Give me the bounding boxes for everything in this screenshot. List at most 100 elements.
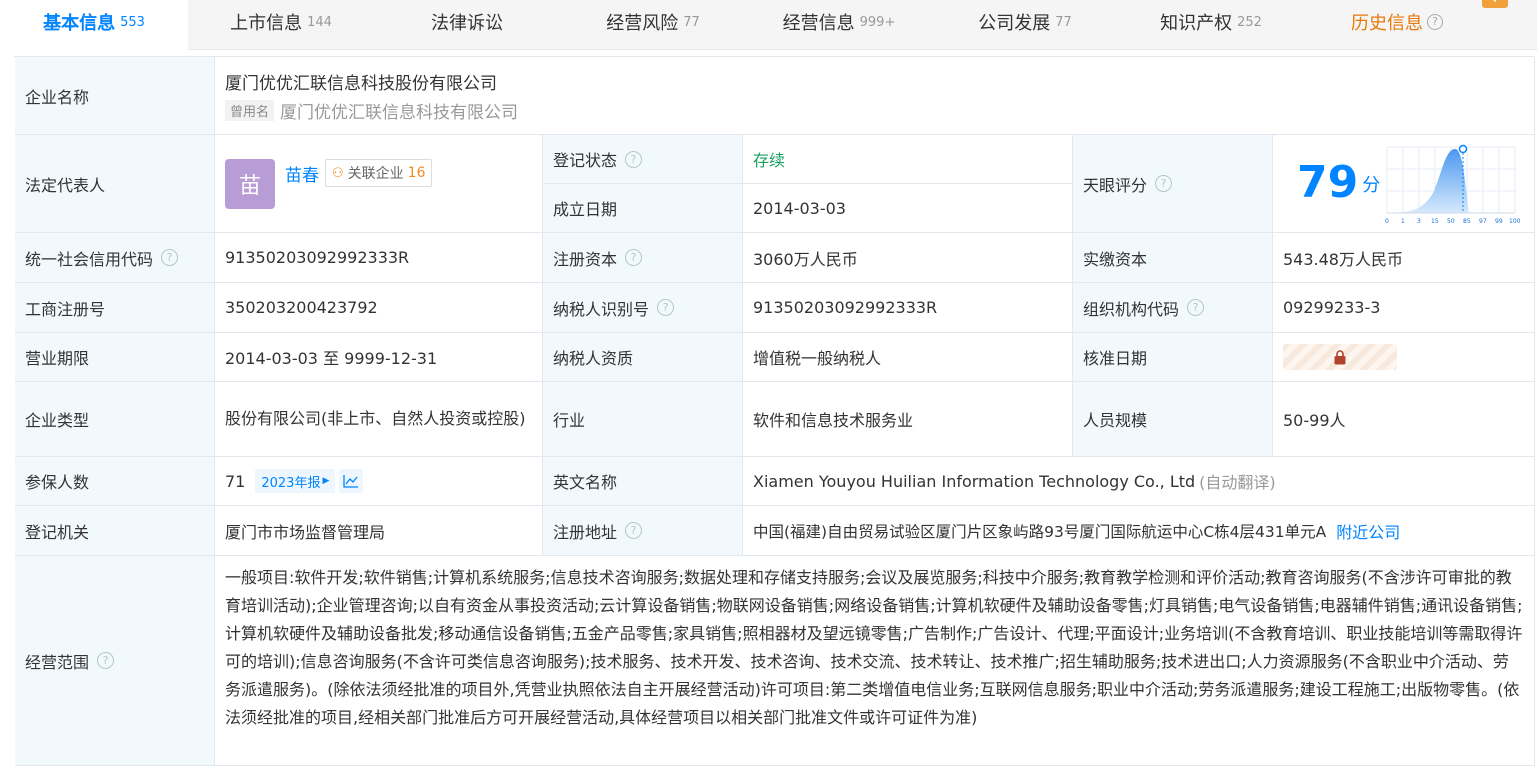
- help-icon[interactable]: ?: [625, 150, 643, 168]
- staff-size-value: 50-99人: [1283, 411, 1346, 430]
- taxpayer-qual-label: 纳税人资质: [543, 333, 743, 382]
- tab-history-info[interactable]: 历史信息?: [1304, 0, 1490, 50]
- industry-value-cell: 软件和信息技术服务业: [743, 382, 1073, 457]
- taxpayer-id-value-cell: 91350203092992333R: [743, 283, 1073, 333]
- tab-company-development[interactable]: 公司发展 77: [932, 0, 1118, 50]
- reg-capital-value: 3060万人民币: [753, 249, 858, 269]
- scope-value: 一般项目:软件开发;软件销售;计算机系统服务;信息技术咨询服务;数据处理和存储支…: [225, 568, 1523, 727]
- chart-tick: 97: [1479, 218, 1487, 225]
- biz-reg-no-value[interactable]: 350203200423792: [225, 298, 378, 317]
- tab-count: 553: [120, 14, 145, 30]
- score-marker: [1458, 144, 1468, 154]
- reg-capital-value-cell: 3060万人民币: [743, 233, 1073, 283]
- approve-date-value-cell: [1273, 333, 1535, 382]
- staff-size-value-cell: 50-99人: [1273, 382, 1535, 457]
- help-icon[interactable]: ?: [97, 652, 115, 669]
- used-name-row: 曾用名 厦门优优汇联信息科技有限公司: [225, 98, 518, 123]
- tab-label: 上市信息: [230, 13, 303, 34]
- annual-report-button[interactable]: 2023年报 ▶: [255, 469, 336, 493]
- chart-tick: 99: [1495, 218, 1503, 225]
- biz-term-value-cell: 2014-03-03 至 9999-12-31: [215, 333, 543, 382]
- taxpayer-qual-value-cell: 增值税一般纳税人: [743, 333, 1073, 382]
- scope-label: 经营范围?: [15, 556, 215, 766]
- insured-value: 71: [225, 471, 246, 491]
- company-type-label: 企业类型: [15, 382, 215, 457]
- help-icon[interactable]: ?: [1155, 175, 1173, 192]
- company-name-label: 企业名称: [15, 57, 215, 135]
- org-code-value-cell: 09299233-3: [1273, 283, 1535, 333]
- reg-authority-label: 登记机关: [15, 506, 215, 556]
- paid-capital-value-cell: 543.48万人民币: [1273, 233, 1535, 283]
- avatar[interactable]: 苗: [225, 159, 275, 209]
- established-value-cell: 2014-03-03: [743, 184, 1073, 233]
- chart-tick: 3: [1417, 218, 1421, 225]
- staff-size-label: 人员规模: [1073, 382, 1273, 457]
- help-icon[interactable]: ?: [1427, 14, 1443, 30]
- taxpayer-id-value[interactable]: 91350203092992333R: [753, 298, 937, 317]
- help-icon[interactable]: ?: [1187, 299, 1205, 316]
- paid-capital-label: 实缴资本: [1073, 233, 1273, 283]
- english-name-value-cell: Xiamen Youyou Huilian Information Techno…: [743, 457, 1535, 506]
- scope-value-cell: 一般项目:软件开发;软件销售;计算机系统服务;信息技术咨询服务;数据处理和存储支…: [215, 556, 1535, 766]
- biz-term-label: 营业期限: [15, 333, 215, 382]
- established-value: 2014-03-03: [753, 198, 846, 218]
- score-unit: 分: [1362, 175, 1381, 196]
- credit-code-value[interactable]: 91350203092992333R: [225, 248, 409, 267]
- tab-count: 144: [307, 14, 332, 30]
- credit-code-label: 统一社会信用代码?: [15, 233, 215, 283]
- english-name-value: Xiamen Youyou Huilian Information Techno…: [753, 471, 1196, 491]
- vip-icon: ✦: [1482, 0, 1508, 8]
- reg-address-value-cell: 中国(福建)自由贸易试验区厦门片区象屿路93号厦门国际航运中心C栋4层431单元…: [743, 506, 1535, 556]
- tianyan-score-cell[interactable]: 79 分 0 1 3 15 50 85 97 99 100: [1273, 135, 1535, 233]
- chart-tick: 100: [1509, 218, 1521, 225]
- tab-basic-info[interactable]: 基本信息 553: [0, 0, 188, 50]
- reg-status-value: 存续: [753, 151, 786, 170]
- tab-label: 历史信息: [1351, 13, 1423, 34]
- distribution-curve: [1387, 149, 1469, 213]
- insured-value-cell: 71 2023年报 ▶: [215, 457, 543, 506]
- reg-authority-value-cell: 厦门市市场监督管理局: [215, 506, 543, 556]
- tab-operating-risk[interactable]: 经营风险 77: [560, 0, 746, 50]
- taxpayer-id-label: 纳税人识别号?: [543, 283, 743, 333]
- used-name: 厦门优优汇联信息科技有限公司: [280, 102, 519, 123]
- org-code-label: 组织机构代码?: [1073, 283, 1273, 333]
- help-icon[interactable]: ?: [657, 299, 675, 316]
- tab-label: 法律诉讼: [431, 13, 503, 34]
- trend-chart-button[interactable]: [339, 469, 364, 493]
- locked-value-button[interactable]: [1283, 344, 1397, 370]
- auto-translate-note: (自动翻译): [1199, 473, 1276, 492]
- related-companies-button[interactable]: ⚇ 关联企业 16: [325, 159, 433, 187]
- approve-date-label: 核准日期: [1073, 333, 1273, 382]
- help-icon[interactable]: ?: [625, 522, 643, 539]
- tab-intellectual-property[interactable]: 知识产权 252: [1118, 0, 1304, 50]
- tab-lawsuits[interactable]: 法律诉讼: [374, 0, 560, 50]
- chart-tick: 85: [1463, 218, 1471, 225]
- network-icon: ⚇: [332, 165, 344, 181]
- help-icon[interactable]: ?: [161, 249, 179, 266]
- biz-reg-no-label: 工商注册号: [15, 283, 215, 333]
- legal-rep-name-link[interactable]: 苗春: [285, 161, 319, 186]
- score-distribution-chart: 0 1 3 15 50 85 97 99 100: [1385, 144, 1521, 225]
- help-icon[interactable]: ?: [625, 249, 643, 266]
- legal-rep-cell: 苗 苗春 ⚇ 关联企业 16: [215, 135, 543, 233]
- insured-label: 参保人数: [15, 457, 215, 506]
- reg-address-value: 中国(福建)自由贸易试验区厦门片区象屿路93号厦门国际航运中心C栋4层431单元…: [753, 522, 1327, 541]
- tab-count: 77: [683, 14, 700, 30]
- tab-operating-info[interactable]: 经营信息 999+: [746, 0, 932, 50]
- org-code-value[interactable]: 09299233-3: [1283, 298, 1380, 317]
- industry-label: 行业: [543, 382, 743, 457]
- score-display: 79 分: [1297, 157, 1380, 208]
- established-label: 成立日期: [543, 184, 743, 233]
- reg-capital-label: 注册资本?: [543, 233, 743, 283]
- tab-count: 77: [1055, 14, 1072, 30]
- reg-status-value-cell: 存续: [743, 135, 1073, 184]
- tab-listing-info[interactable]: 上市信息 144: [188, 0, 374, 50]
- tab-label: 经营信息: [782, 13, 855, 34]
- basic-info-table: 企业名称 厦门优优汇联信息科技股份有限公司 曾用名 厦门优优汇联信息科技有限公司…: [14, 56, 1535, 766]
- company-name: 厦门优优汇联信息科技股份有限公司: [225, 73, 497, 94]
- tianyan-score-label: 天眼评分?: [1073, 135, 1273, 233]
- tab-label: 知识产权: [1160, 13, 1233, 34]
- company-type-value: 股份有限公司(非上市、自然人投资或控股): [225, 409, 526, 428]
- nearby-companies-link[interactable]: 附近公司: [1336, 519, 1400, 543]
- biz-term-value: 2014-03-03 至 9999-12-31: [225, 349, 438, 368]
